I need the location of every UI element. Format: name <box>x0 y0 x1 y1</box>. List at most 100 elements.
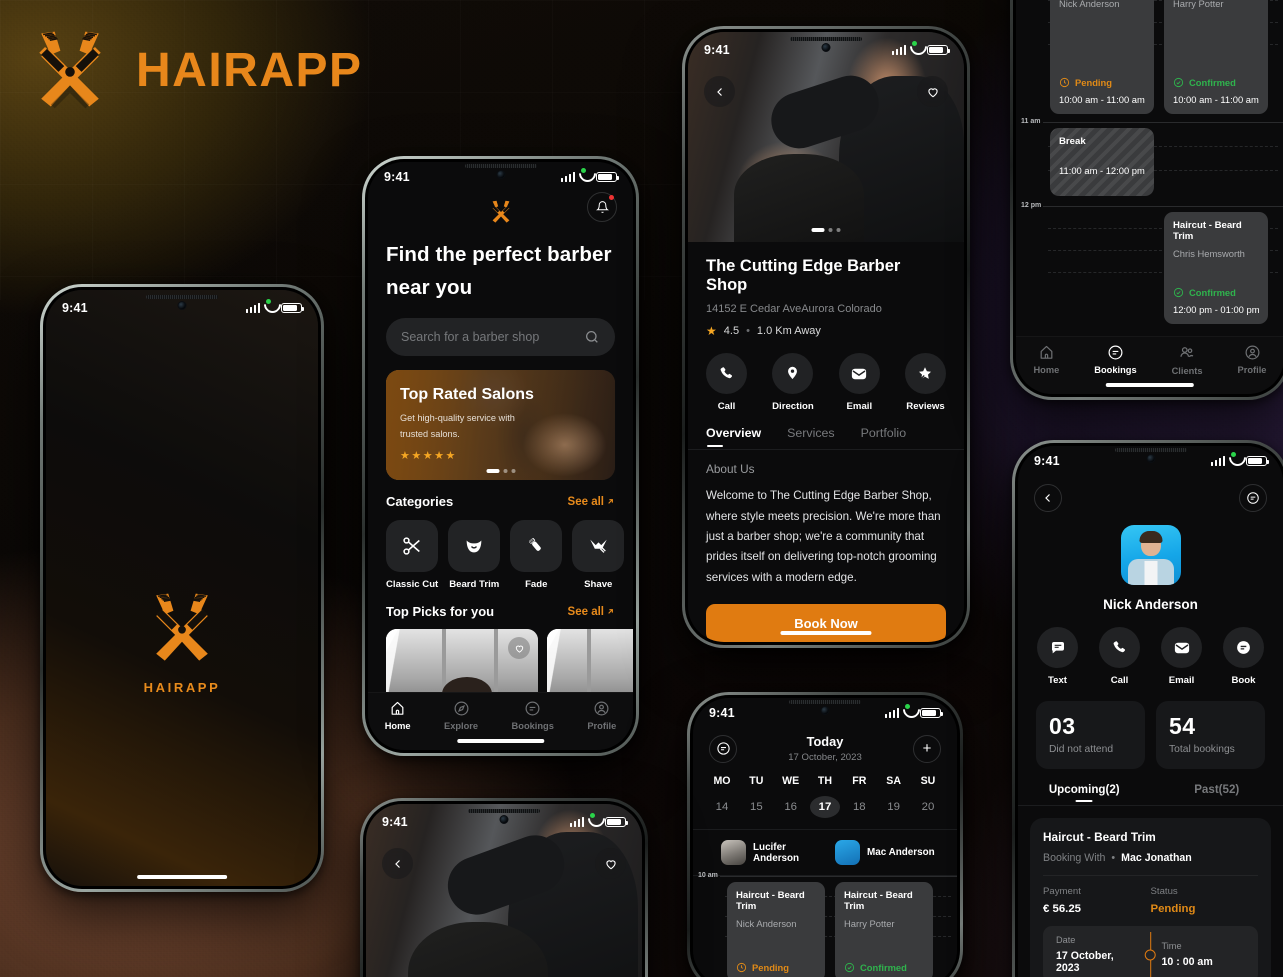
promo-banner[interactable]: Top Rated Salons Get high-quality servic… <box>386 370 615 481</box>
event-client: Nick Anderson <box>1059 0 1120 9</box>
avatar <box>835 840 860 865</box>
tab-upcoming[interactable]: Upcoming(2) <box>1018 783 1151 805</box>
categories-list[interactable]: Classic Cut Beard Trim Fade Shave <box>368 509 633 590</box>
home-screen: 9:41 Find the perfect barber near you Se… <box>368 162 633 750</box>
event-client: Nick Anderson <box>736 918 797 929</box>
event-status: Pending <box>1059 77 1145 88</box>
action-text[interactable]: Text <box>1037 627 1078 686</box>
action-email[interactable]: Email <box>838 353 880 412</box>
category-item-shave[interactable]: Shave <box>572 520 625 590</box>
calendar-event[interactable]: Haircut - Beard Trim Harry Potter Confir… <box>835 882 933 977</box>
back-button[interactable] <box>1034 484 1062 512</box>
crossed-razors-logo-icon <box>156 593 208 661</box>
weekday-sa[interactable]: SA 19 <box>879 775 909 818</box>
tab-portfolio[interactable]: Portfolio <box>861 426 906 449</box>
carousel-dots[interactable] <box>811 228 841 233</box>
arrow-up-right-icon <box>608 609 613 615</box>
weekday-tu[interactable]: TU 15 <box>741 775 771 818</box>
shop-actions[interactable]: Call Direction Email Reviews <box>688 338 964 412</box>
profile-stats: 03 Did not attend 54 Total bookings <box>1018 686 1283 769</box>
tab-bookings[interactable]: Bookings <box>512 700 554 731</box>
weekday-fr[interactable]: FR 18 <box>844 775 874 818</box>
action-call[interactable]: Call <box>706 353 747 412</box>
check-circle-icon <box>1173 287 1184 298</box>
category-label: Fade <box>525 579 548 591</box>
profile-actions[interactable]: Text Call Email Book <box>1018 612 1283 686</box>
calendar-event[interactable]: Haircut - Beard Trim Chris Hemsworth Con… <box>1164 212 1268 324</box>
favorite-button[interactable] <box>917 76 948 107</box>
status-badge: Pending <box>1150 903 1196 915</box>
category-item-beard-trim[interactable]: Beard Trim <box>448 520 501 590</box>
calendar-event[interactable]: Haircut - Beard Trim Nick Anderson Pendi… <box>727 882 825 977</box>
tab-home[interactable]: Home <box>1033 344 1059 375</box>
tab-services[interactable]: Services <box>787 426 835 449</box>
category-item-fade[interactable]: Fade <box>510 520 563 591</box>
top-picks-see-all[interactable]: See all <box>568 606 615 618</box>
bookings-button[interactable] <box>1239 484 1267 512</box>
tab-bookings[interactable]: Bookings <box>1094 344 1137 375</box>
notifications-button[interactable] <box>587 192 617 222</box>
plus-icon: + <box>922 740 932 757</box>
action-email[interactable]: Email <box>1161 627 1202 686</box>
search-input[interactable]: Search for a barber shop <box>386 318 615 357</box>
front-camera <box>177 301 187 310</box>
calendar-event[interactable]: Haircut - Beard Trim Nick Anderson Pendi… <box>1050 0 1154 114</box>
booking-card[interactable]: Haircut - Beard Trim Booking With • Mac … <box>1030 818 1271 977</box>
profile-tabs[interactable]: Upcoming(2) Past(52) <box>1018 783 1283 805</box>
clock-icon <box>736 962 747 973</box>
tab-profile[interactable]: Profile <box>1237 344 1267 375</box>
tab-explore[interactable]: Explore <box>444 700 478 731</box>
home-indicator[interactable] <box>456 739 545 743</box>
weekday-we[interactable]: WE 16 <box>776 775 806 818</box>
bookings-icon <box>716 742 730 755</box>
signal-icon <box>560 172 575 182</box>
weekday-su[interactable]: SU 20 <box>913 775 943 818</box>
staff-lucifer-anderson[interactable]: Lucifer Anderson <box>707 840 829 865</box>
weekday-label: TH <box>817 775 833 787</box>
tab-clients[interactable]: Clients <box>1172 344 1203 376</box>
about-text: Welcome to The Cutting Edge Barber Shop,… <box>706 489 941 584</box>
notification-dot <box>609 195 614 200</box>
tab-past[interactable]: Past(52) <box>1151 783 1283 805</box>
detail-tabs[interactable]: Overview Services Portfolio <box>688 412 964 449</box>
action-label: Book <box>1231 675 1256 686</box>
home-indicator[interactable] <box>1105 383 1195 387</box>
bookings-menu-button[interactable] <box>709 734 737 763</box>
event-time: 11:00 am - 12:00 pm <box>1059 165 1145 176</box>
shop-address: 14152 E Cedar AveAurora Colorado <box>706 303 882 316</box>
action-direction[interactable]: Direction <box>772 353 814 412</box>
action-reviews[interactable]: Reviews <box>904 353 946 412</box>
book-now-button[interactable]: Book Now <box>706 604 946 642</box>
battery-icon <box>920 707 944 719</box>
tab-label: Profile <box>1237 365 1267 375</box>
shop-name: The Cutting Edge Barber Shop <box>706 257 901 295</box>
favorite-button[interactable] <box>595 848 626 879</box>
time-label: Time <box>1161 941 1182 951</box>
tab-overview[interactable]: Overview <box>706 426 761 449</box>
home-indicator[interactable] <box>137 875 227 879</box>
add-booking-button[interactable]: + <box>912 734 941 763</box>
back-button[interactable] <box>382 848 413 879</box>
crossed-razors-logo-icon <box>39 31 101 109</box>
weekday-mo[interactable]: MO 14 <box>707 775 737 818</box>
action-icon-circle <box>706 353 747 395</box>
booking-with-label: Booking With <box>1043 852 1106 864</box>
weekday-label: SU <box>920 775 936 787</box>
staff-mac-anderson[interactable]: Mac Anderson <box>835 840 943 865</box>
carousel-dots[interactable] <box>486 469 515 474</box>
tab-home[interactable]: Home <box>385 700 411 731</box>
action-call[interactable]: Call <box>1099 627 1140 686</box>
action-book[interactable]: Book <box>1223 627 1264 686</box>
back-button[interactable] <box>704 76 735 107</box>
weekday-strip[interactable]: MO 14 TU 15 WE 16 TH 17 FR 18 SA 19 SU 20 <box>693 763 957 818</box>
battery-icon <box>596 171 620 183</box>
category-item-classic-cut[interactable]: Classic Cut <box>386 520 438 590</box>
category-tile <box>386 520 439 573</box>
categories-see-all[interactable]: See all <box>568 496 615 508</box>
tab-profile[interactable]: Profile <box>587 700 616 731</box>
home-indicator[interactable] <box>780 631 872 635</box>
status-col: Status Pending <box>1151 886 1259 915</box>
weekday-th[interactable]: TH 17 <box>809 775 840 818</box>
calendar-event[interactable]: Haircut - Beard Trim Harry Potter Confir… <box>1164 0 1268 114</box>
calendar-break-event[interactable]: Break 11:00 am - 12:00 pm <box>1050 128 1154 196</box>
